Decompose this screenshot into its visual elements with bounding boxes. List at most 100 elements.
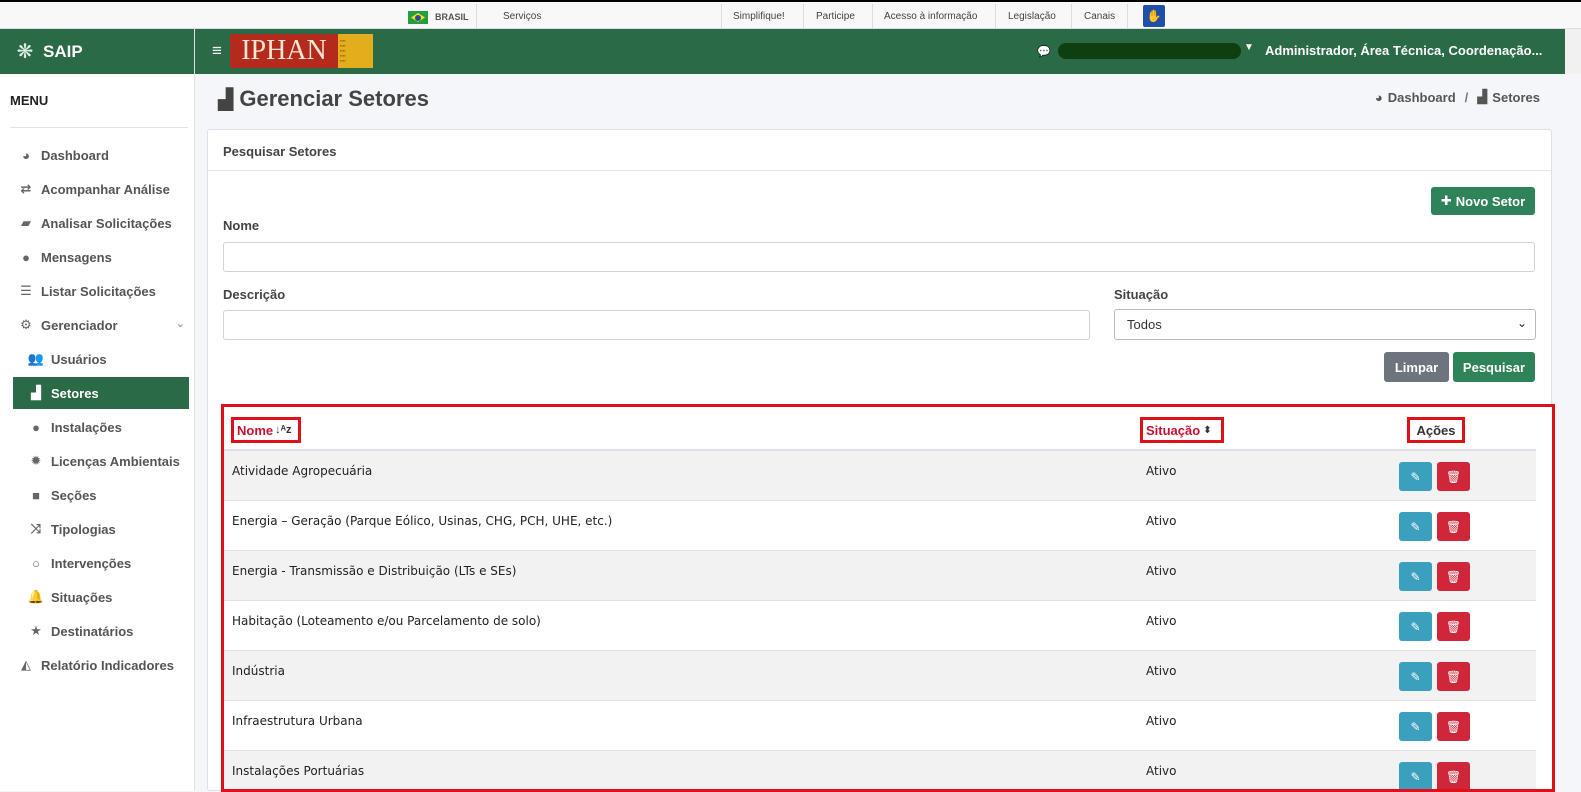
sidebar-item-usuarios[interactable]: 👥 Usuários bbox=[13, 343, 189, 375]
sidebar-item-intervencoes[interactable]: ○ Intervenções bbox=[13, 547, 189, 579]
column-header-situacao[interactable]: Situação ⬍ bbox=[1140, 417, 1224, 443]
cell-nome: Energia - Transmissão e Distribuição (LT… bbox=[232, 564, 517, 578]
sidebar-item-destinatarios[interactable]: ★ Destinatários bbox=[13, 615, 189, 647]
situacao-select[interactable]: Todos ⌄ bbox=[1114, 309, 1536, 340]
delete-button[interactable]: 🗑 bbox=[1437, 462, 1470, 491]
accessibility-icon[interactable]: ✋ bbox=[1143, 5, 1165, 27]
edit-icon: ✎ bbox=[1410, 569, 1421, 584]
chat-icon[interactable]: 💬 bbox=[1037, 45, 1051, 58]
cell-situacao: Ativo bbox=[1146, 614, 1177, 628]
breadcrumb-separator: / bbox=[1464, 89, 1469, 105]
clear-button[interactable]: Limpar bbox=[1384, 352, 1449, 382]
edit-button[interactable]: ✎ bbox=[1399, 612, 1432, 641]
edit-button[interactable]: ✎ bbox=[1399, 462, 1432, 491]
column-header-label: Nome bbox=[237, 422, 274, 438]
edit-button[interactable]: ✎ bbox=[1399, 662, 1432, 691]
sidebar-item-label: Licenças Ambientais bbox=[51, 453, 180, 469]
sidebar-item-tipologias[interactable]: ⤨ Tipologias bbox=[13, 513, 189, 545]
sidebar-item-situacoes[interactable]: 🔔 Situações bbox=[13, 581, 189, 613]
situacao-selected-value: Todos bbox=[1127, 317, 1162, 332]
page-title-text: Gerenciar Setores bbox=[239, 86, 429, 111]
delete-button[interactable]: 🗑 bbox=[1437, 762, 1470, 789]
divider bbox=[1127, 4, 1128, 29]
users-icon: 👥 bbox=[27, 351, 45, 366]
gov-link-participe[interactable]: Participe bbox=[816, 11, 855, 22]
sidebar-item-secoes[interactable]: ■ Seções bbox=[13, 479, 189, 511]
nome-label: Nome bbox=[223, 218, 260, 233]
user-selector-redacted[interactable] bbox=[1058, 43, 1241, 59]
iphan-logo: IPHAN ▪▪▪▪ ▪▪▪▪ ▪▪▪▪ ▪▪▪▪ ▪▪▪▪ bbox=[230, 34, 373, 68]
edit-button[interactable]: ✎ bbox=[1399, 562, 1432, 591]
nome-input[interactable] bbox=[223, 242, 1535, 272]
gov-link-simplifique[interactable]: Simplifique! bbox=[733, 11, 785, 22]
edit-button[interactable]: ✎ bbox=[1399, 512, 1432, 541]
sidebar-item-label: Acompanhar Análise bbox=[41, 181, 170, 197]
table-row: Indústria Ativo ✎ 🗑 bbox=[224, 650, 1536, 700]
sidebar-item-label: Intervenções bbox=[51, 555, 132, 571]
sidebar-item-mensagens[interactable]: ● Mensagens bbox=[13, 241, 189, 273]
divider bbox=[995, 4, 996, 29]
column-header-nome[interactable]: Nome ↓ᴬᴢ bbox=[231, 417, 301, 443]
gov-link-servicos[interactable]: Serviços bbox=[503, 11, 541, 22]
edit-icon: ✎ bbox=[1410, 519, 1421, 534]
gov-link-legislacao[interactable]: Legislação bbox=[1008, 11, 1056, 22]
gov-link-acesso-informacao[interactable]: Acesso à informação bbox=[884, 11, 977, 22]
trash-icon: 🗑 bbox=[1445, 619, 1462, 634]
edit-icon: ✎ bbox=[1410, 619, 1421, 634]
sidebar-item-gerenciador[interactable]: ⚙ Gerenciador ⌄ bbox=[13, 309, 189, 341]
scrollbar-track[interactable] bbox=[1565, 29, 1581, 74]
delete-button[interactable]: 🗑 bbox=[1437, 512, 1470, 541]
user-profile-name[interactable]: Administrador, Área Técnica, Coordenação… bbox=[1265, 43, 1542, 58]
bell-icon: 🔔 bbox=[27, 589, 45, 604]
sidebar: ❋ SAIP MENU ◕ Dashboard ⇄ Acompanhar Análi… bbox=[0, 29, 195, 791]
random-icon: ⤨ bbox=[30, 521, 42, 536]
sidebar-item-licencas-ambientais[interactable]: ✹ Licenças Ambientais bbox=[13, 445, 189, 477]
trash-icon: 🗑 bbox=[1445, 469, 1462, 484]
delete-button[interactable]: 🗑 bbox=[1437, 562, 1470, 591]
sidebar-item-setores[interactable]: ▟ Setores bbox=[13, 377, 189, 409]
comments-icon: ● bbox=[22, 249, 30, 265]
star-icon: ★ bbox=[30, 623, 42, 638]
sidebar-item-label: Situações bbox=[51, 589, 113, 605]
sidebar-item-acompanhar-analise[interactable]: ⇄ Acompanhar Análise bbox=[13, 173, 189, 205]
sidebar-item-label: Instalações bbox=[51, 419, 122, 435]
gov-link-canais[interactable]: Canais bbox=[1084, 11, 1115, 22]
sidebar-brand[interactable]: ❋ SAIP bbox=[0, 29, 194, 74]
delete-button[interactable]: 🗑 bbox=[1437, 712, 1470, 741]
sidebar-item-analisar-solicitacoes[interactable]: ▰ Analisar Solicitações bbox=[13, 207, 189, 239]
sidebar-item-instalacoes[interactable]: ● Instalações bbox=[13, 411, 189, 443]
cell-nome: Atividade Agropecuária bbox=[232, 464, 373, 478]
sidebar-item-relatorio-indicadores[interactable]: ◭ Relatório Indicadores bbox=[13, 649, 189, 681]
delete-button[interactable]: 🗑 bbox=[1437, 612, 1470, 641]
sidebar-item-label: Gerenciador bbox=[41, 317, 118, 333]
trash-icon: 🗑 bbox=[1445, 519, 1462, 534]
cell-nome: Indústria bbox=[232, 664, 285, 678]
trash-icon: 🗑 bbox=[1445, 669, 1462, 684]
card-title: Pesquisar Setores bbox=[208, 130, 1551, 171]
hamburger-menu-icon[interactable]: ≡ bbox=[212, 41, 222, 61]
delete-button[interactable]: 🗑 bbox=[1437, 662, 1470, 691]
gov-top-bar: BRASIL Serviços Simplifique! Participe A… bbox=[0, 0, 1581, 29]
trash-icon: 🗑 bbox=[1445, 569, 1462, 584]
caret-down-icon[interactable]: ▼ bbox=[1244, 42, 1254, 53]
cell-nome: Habitação (Loteamento e/ou Parcelamento … bbox=[232, 614, 541, 628]
sidebar-item-dashboard[interactable]: ◕ Dashboard bbox=[13, 139, 189, 171]
breadcrumb: ◕ Dashboard / ▟ Setores bbox=[1375, 89, 1540, 105]
breadcrumb-dashboard[interactable]: Dashboard bbox=[1388, 90, 1456, 105]
trash-icon: 🗑 bbox=[1445, 719, 1462, 734]
sidebar-item-listar-solicitacoes[interactable]: ☰ Listar Solicitações bbox=[13, 275, 189, 307]
edit-button[interactable]: ✎ bbox=[1399, 762, 1432, 789]
descricao-input[interactable] bbox=[223, 310, 1090, 340]
sidebar-item-label: Listar Solicitações bbox=[41, 283, 156, 299]
new-sector-button[interactable]: ✚ Novo Setor bbox=[1431, 187, 1535, 215]
brazil-flag-icon[interactable] bbox=[408, 11, 428, 24]
table-row: Atividade Agropecuária Ativo ✎ 🗑 bbox=[224, 450, 1536, 500]
gov-brasil-link[interactable]: BRASIL bbox=[435, 12, 469, 22]
book-icon: ▰ bbox=[21, 215, 31, 230]
sort-icon: ⬍ bbox=[1203, 424, 1212, 436]
trash-icon: 🗑 bbox=[1445, 769, 1462, 784]
search-button[interactable]: Pesquisar bbox=[1453, 352, 1535, 382]
table-row: Energia – Geração (Parque Eólico, Usinas… bbox=[224, 500, 1536, 550]
edit-button[interactable]: ✎ bbox=[1399, 712, 1432, 741]
square-icon: ■ bbox=[32, 487, 40, 503]
